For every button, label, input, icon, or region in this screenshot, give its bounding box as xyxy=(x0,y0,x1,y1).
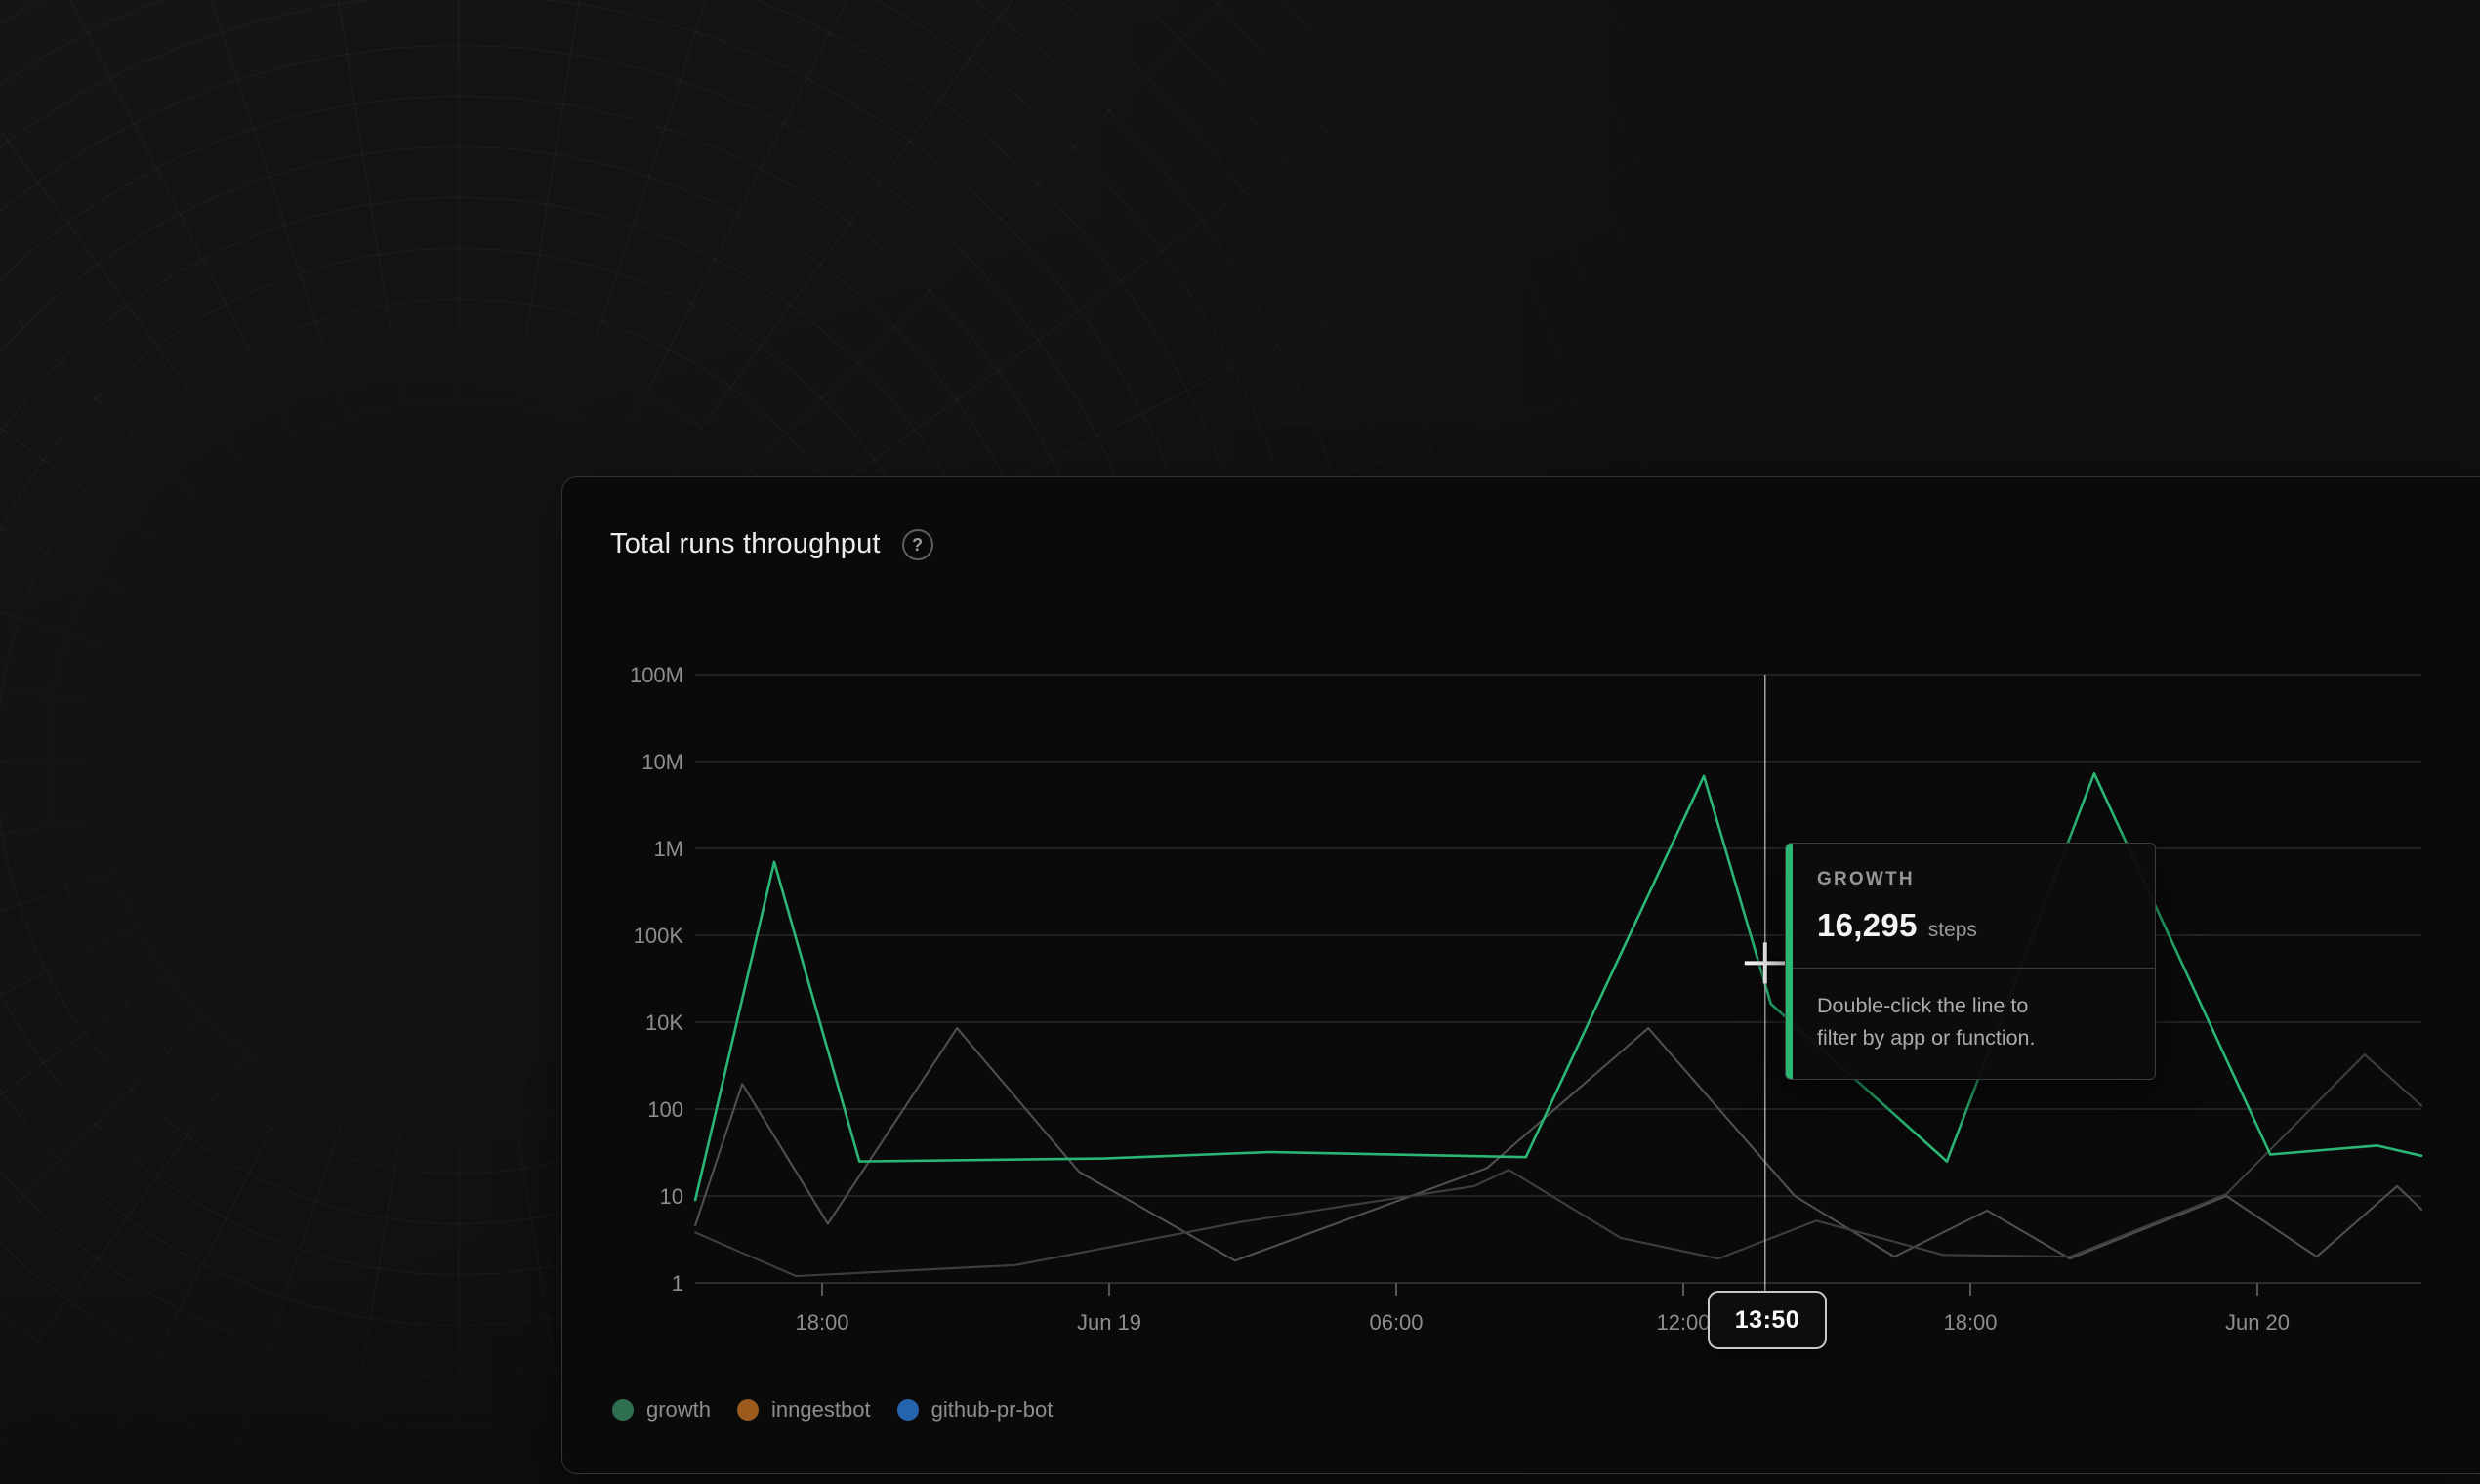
y-axis-label: 1 xyxy=(672,1271,683,1296)
x-axis-label: 18:00 xyxy=(795,1310,848,1335)
x-axis-label: Jun 20 xyxy=(2225,1310,2290,1335)
series-line-growth[interactable] xyxy=(695,773,2421,1200)
tooltip-header: GROWTH 16,295 steps xyxy=(1786,844,2155,969)
y-axis-label: 100 xyxy=(647,1097,683,1122)
legend-dot-inngestbot xyxy=(737,1399,759,1421)
card-header: Total runs throughput ? xyxy=(610,528,933,560)
crosshair-time-label: 13:50 xyxy=(1735,1306,1799,1335)
legend-label: growth xyxy=(646,1397,711,1422)
y-axis-label: 10 xyxy=(660,1184,683,1209)
x-axis-label: 18:00 xyxy=(1943,1310,1997,1335)
tooltip-series-name: GROWTH xyxy=(1817,869,2128,890)
x-axis-label: 06:00 xyxy=(1369,1310,1423,1335)
y-axis-label: 10M xyxy=(641,750,683,774)
legend-item-inngestbot[interactable]: inngestbot xyxy=(737,1397,871,1422)
series-line-inngestbot[interactable] xyxy=(695,1028,2421,1260)
crosshair-time-indicator: 13:50 xyxy=(1708,1291,1827,1349)
legend-dot-growth xyxy=(612,1399,634,1421)
chart-title: Total runs throughput xyxy=(610,528,881,560)
y-axis-label: 1M xyxy=(653,837,683,861)
help-glyph: ? xyxy=(912,536,923,554)
chart-tooltip: GROWTH 16,295 steps Double-click the lin… xyxy=(1785,843,2156,1080)
legend-dot-github-pr-bot xyxy=(897,1399,919,1421)
y-axis-label: 100M xyxy=(630,663,683,687)
tooltip-hint: Double-click the line to filter by app o… xyxy=(1786,969,2155,1079)
help-icon[interactable]: ? xyxy=(902,529,933,560)
tooltip-value: 16,295 xyxy=(1817,907,1918,944)
tooltip-accent-bar xyxy=(1786,844,1793,1079)
tooltip-unit: steps xyxy=(1928,919,1977,942)
chart-legend: growth inngestbot github-pr-bot xyxy=(612,1397,1053,1422)
legend-item-github-pr-bot[interactable]: github-pr-bot xyxy=(897,1397,1054,1422)
x-axis-label: Jun 19 xyxy=(1077,1310,1141,1335)
legend-label: inngestbot xyxy=(771,1397,871,1422)
legend-label: github-pr-bot xyxy=(931,1397,1054,1422)
tooltip-hint-line2: filter by app or function. xyxy=(1817,1022,2128,1054)
legend-item-growth[interactable]: growth xyxy=(612,1397,711,1422)
x-axis-label: 12:00 xyxy=(1656,1310,1710,1335)
tooltip-hint-line1: Double-click the line to xyxy=(1817,990,2128,1022)
plot-area: 100M 10M 1M 100K 10K 100 10 1 18:00 Jun 19 06:00 12… xyxy=(0,0,2480,1484)
y-axis-label: 100K xyxy=(634,924,684,948)
y-axis-label: 10K xyxy=(645,1010,683,1035)
